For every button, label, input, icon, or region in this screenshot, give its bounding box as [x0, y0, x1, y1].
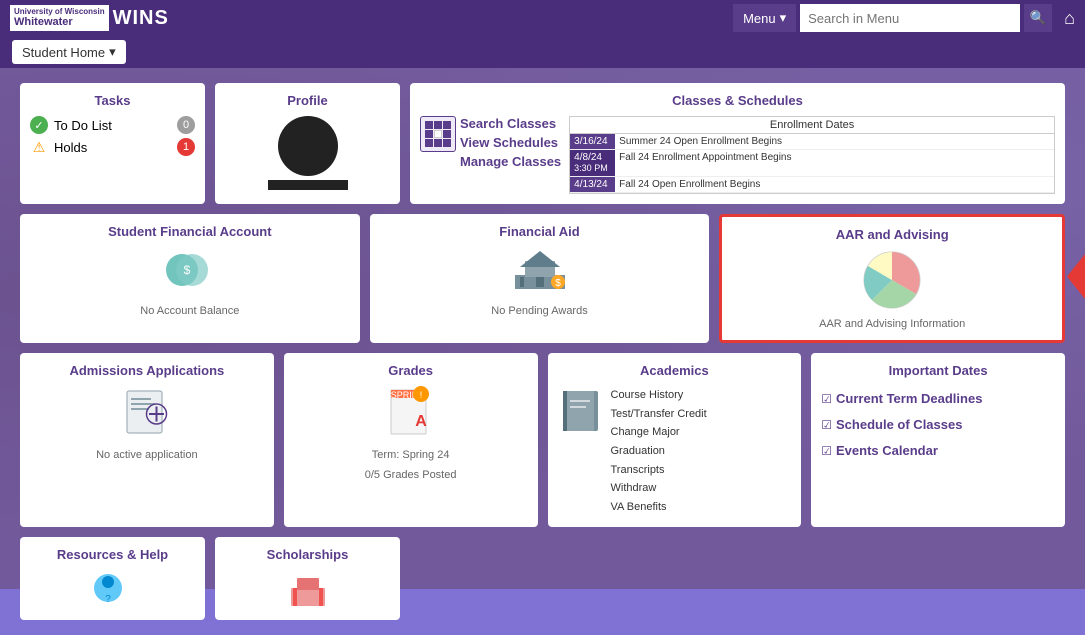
grades-posted: 0/5 Grades Posted [294, 469, 528, 481]
tasks-tile: Tasks ✓ To Do List 0 ⚠ Holds 1 [20, 83, 205, 204]
row-4: Resources & Help ? Scholarships [20, 537, 1065, 620]
aar-title: AAR and Advising [732, 227, 1052, 242]
row4-spacer [410, 537, 1065, 620]
home-button[interactable]: ⌂ [1064, 8, 1075, 29]
checkbox-icon-3: ☑ [821, 439, 832, 463]
holds-item[interactable]: ⚠ Holds 1 [30, 138, 195, 156]
calendar-icon [420, 116, 456, 152]
book-icon [558, 386, 603, 441]
resources-title: Resources & Help [30, 547, 195, 562]
enrollment-row-1: 3/16/24 Summer 24 Open Enrollment Begins [570, 134, 1054, 150]
academics-tile: Academics Course History Test/Transfer C… [548, 353, 802, 527]
grades-tile: Grades SPRING A ! Term: Spring 24 0/5 Gr… [284, 353, 538, 527]
graduation-link[interactable]: Graduation [611, 442, 707, 461]
main-content: Tasks ✓ To Do List 0 ⚠ Holds 1 Profile [0, 68, 1085, 635]
student-financial-subtitle: No Account Balance [30, 305, 350, 317]
schedule-of-classes-link[interactable]: ☑ Schedule of Classes [821, 412, 1055, 438]
checkbox-icon-1: ☑ [821, 387, 832, 411]
todo-item[interactable]: ✓ To Do List 0 [30, 116, 195, 134]
svg-text:$: $ [555, 278, 561, 289]
avatar [278, 116, 338, 176]
aar-subtitle: AAR and Advising Information [732, 318, 1052, 330]
events-calendar-link[interactable]: ☑ Events Calendar [821, 438, 1055, 464]
menu-button[interactable]: Menu ▾ [733, 4, 796, 32]
svg-text:?: ? [105, 594, 111, 605]
resources-tile: Resources & Help ? [20, 537, 205, 620]
dropdown-icon: ▾ [109, 44, 116, 60]
important-dates-links: ☑ Current Term Deadlines ☑ Schedule of C… [821, 386, 1055, 464]
header: University of Wisconsin Whitewater WINS … [0, 0, 1085, 36]
transcripts-link[interactable]: Transcripts [611, 461, 707, 480]
student-financial-title: Student Financial Account [30, 224, 350, 239]
admissions-icon [119, 386, 174, 441]
search-input[interactable] [800, 4, 1020, 32]
row-2: Student Financial Account $ No Account B… [20, 214, 1065, 343]
va-benefits-link[interactable]: VA Benefits [611, 498, 707, 517]
academics-title: Academics [558, 363, 792, 378]
change-major-link[interactable]: Change Major [611, 423, 707, 442]
admissions-tile: Admissions Applications No active applic… [20, 353, 274, 527]
warning-icon: ⚠ [30, 138, 48, 156]
view-schedules-link[interactable]: View Schedules [460, 135, 561, 150]
classes-tile: Classes & Schedules Search Classes View … [410, 83, 1065, 204]
scholarships-title: Scholarships [225, 547, 390, 562]
classes-title: Classes & Schedules [420, 93, 1055, 108]
search-classes-link[interactable]: Search Classes [460, 116, 561, 131]
admissions-subtitle: No active application [30, 449, 264, 461]
tasks-title: Tasks [30, 93, 195, 108]
enrollment-header: Enrollment Dates [570, 117, 1054, 134]
important-dates-tile: Important Dates ☑ Current Term Deadlines… [811, 353, 1065, 527]
svg-text:$: $ [184, 263, 191, 277]
sub-header: Student Home ▾ [0, 36, 1085, 68]
pie-chart [862, 250, 922, 310]
profile-title: Profile [225, 93, 390, 108]
classes-links: Search Classes View Schedules Manage Cla… [460, 116, 561, 169]
manage-classes-link[interactable]: Manage Classes [460, 154, 561, 169]
avatar-bar [268, 180, 348, 190]
wins-logo: WINS [113, 7, 169, 30]
svg-text:A: A [415, 413, 427, 430]
resources-icon: ? [30, 570, 195, 610]
logo: University of Wisconsin Whitewater WINS [10, 5, 169, 32]
current-term-link[interactable]: ☑ Current Term Deadlines [821, 386, 1055, 412]
holds-badge: 1 [177, 138, 195, 156]
test-transfer-link[interactable]: Test/Transfer Credit [611, 405, 707, 424]
red-arrow-indicator [1067, 251, 1085, 306]
todo-badge: 0 [177, 116, 195, 134]
financial-aid-tile: Financial Aid $ No Pending Awards [370, 214, 710, 343]
classes-content: Search Classes View Schedules Manage Cla… [420, 116, 1055, 194]
student-financial-tile: Student Financial Account $ No Account B… [20, 214, 360, 343]
financial-aid-icon: $ [510, 247, 570, 297]
academics-links: Course History Test/Transfer Credit Chan… [611, 386, 707, 517]
important-dates-title: Important Dates [821, 363, 1055, 378]
search-icon: 🔍 [1030, 10, 1047, 26]
row-3: Admissions Applications No active applic… [20, 353, 1065, 527]
grades-title: Grades [294, 363, 528, 378]
uww-logo-text: University of Wisconsin Whitewater [10, 5, 109, 32]
enrollment-row-2: 4/8/243:30 PM Fall 24 Enrollment Appoint… [570, 150, 1054, 177]
financial-aid-subtitle: No Pending Awards [380, 305, 700, 317]
grades-term: Term: Spring 24 [294, 449, 528, 461]
financial-icon: $ [160, 247, 220, 297]
checkbox-icon-2: ☑ [821, 413, 832, 437]
check-icon: ✓ [30, 116, 48, 134]
student-home-button[interactable]: Student Home ▾ [12, 40, 126, 64]
scholarships-icon [225, 570, 390, 610]
enrollment-row-3: 4/13/24 Fall 24 Open Enrollment Begins [570, 177, 1054, 193]
course-history-link[interactable]: Course History [611, 386, 707, 405]
financial-aid-title: Financial Aid [380, 224, 700, 239]
row-1: Tasks ✓ To Do List 0 ⚠ Holds 1 Profile [20, 83, 1065, 204]
profile-tile: Profile [215, 83, 400, 204]
aar-tile: AAR and Advising AAR and Advising Inform… [719, 214, 1065, 343]
scholarships-tile: Scholarships [215, 537, 400, 620]
admissions-title: Admissions Applications [30, 363, 264, 378]
withdraw-link[interactable]: Withdraw [611, 479, 707, 498]
search-area: Menu ▾ 🔍 ⌂ [733, 4, 1075, 32]
grades-icon: SPRING A ! [386, 386, 436, 441]
search-button[interactable]: 🔍 [1024, 4, 1052, 32]
enrollment-box: Enrollment Dates 3/16/24 Summer 24 Open … [569, 116, 1055, 194]
svg-text:!: ! [419, 390, 422, 400]
chevron-down-icon: ▾ [780, 10, 787, 26]
